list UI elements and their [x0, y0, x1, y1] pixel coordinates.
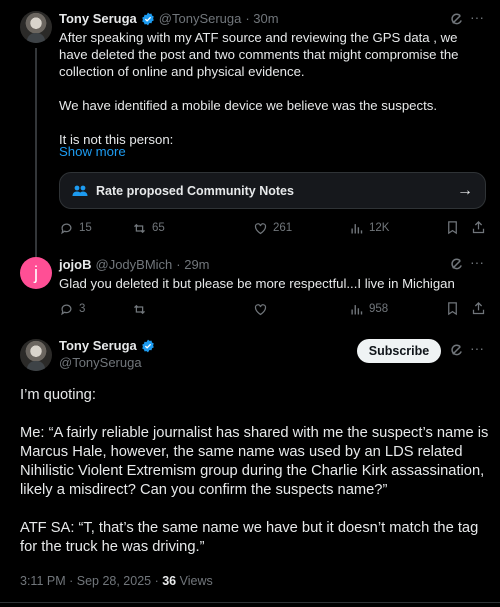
post-timestamp: 3:11 PM · Sep 28, 2025 · 36 Views [20, 574, 213, 588]
share-icon [472, 220, 485, 234]
views-icon [351, 223, 363, 233]
grok-icon[interactable] [449, 343, 464, 358]
timestamp-text[interactable]: 3:11 PM · Sep 28, 2025 · [20, 574, 162, 588]
thread-line [35, 48, 37, 258]
bookmark-icon [448, 221, 457, 235]
reply-count: 3 [79, 303, 86, 315]
author-handle[interactable]: @TonySeruga [159, 11, 242, 26]
share-button[interactable] [471, 220, 486, 238]
bookmark-button[interactable] [445, 220, 460, 238]
community-notes-button[interactable]: Rate proposed Community Notes → [59, 172, 486, 209]
tweet-paragraph: Glad you deleted it but please be more r… [59, 276, 455, 291]
grok-icon[interactable] [449, 257, 464, 272]
views-button[interactable]: 958 [349, 302, 388, 317]
views-count: 12K [369, 222, 390, 234]
repost-icon [134, 223, 145, 233]
tweet-paragraph: After speaking with my ATF source and re… [59, 30, 459, 79]
tweet-actions: 15 65 261 12K [59, 220, 489, 236]
verified-badge-icon [142, 12, 154, 25]
author-name[interactable]: jojoB [59, 257, 92, 272]
like-button[interactable]: 261 [253, 221, 292, 236]
tweet-subheader: @TonySeruga [55, 355, 142, 370]
bookmark-button[interactable] [445, 301, 460, 319]
like-count: 261 [273, 222, 293, 234]
views-count: 958 [369, 303, 389, 315]
heart-icon [254, 303, 267, 315]
share-icon [472, 301, 485, 315]
tweet-body: I’m quoting: Me: “A fairly reliable jour… [20, 386, 490, 576]
avatar-letter: j [34, 262, 38, 283]
grok-icon[interactable] [449, 12, 464, 27]
reply-count: 15 [79, 222, 92, 234]
bookmark-icon [448, 302, 457, 316]
show-more-link[interactable]: Show more [59, 144, 126, 159]
tweet-paragraph: We have identified a mobile device we be… [59, 98, 438, 113]
reply-icon [61, 222, 72, 234]
author-handle[interactable]: @JodyBMich [96, 257, 173, 272]
tweet-header: jojoB @JodyBMich · 29m [59, 257, 210, 272]
tweet-body: After speaking with my ATF source and re… [59, 29, 484, 148]
reply-button[interactable]: 15 [59, 221, 92, 236]
tweet-body: Glad you deleted it but please be more r… [59, 275, 484, 292]
divider [0, 602, 500, 603]
tweet-actions: 3 958 [59, 301, 489, 317]
arrow-right-icon: → [457, 181, 473, 199]
repost-button[interactable] [132, 302, 152, 317]
verified-badge-icon [142, 339, 154, 352]
repost-icon [134, 304, 145, 314]
more-icon[interactable]: ··· [470, 254, 484, 270]
author-handle[interactable]: @TonySeruga [59, 355, 142, 370]
repost-count: 65 [152, 222, 165, 234]
community-notes-label: Rate proposed Community Notes [96, 183, 294, 198]
reply-button[interactable]: 3 [59, 302, 85, 317]
tweet-header: Tony Seruga [59, 338, 155, 353]
views-label: Views [176, 574, 213, 588]
repost-button[interactable]: 65 [132, 221, 165, 236]
tweet-header: Tony Seruga @TonySeruga · 30m [59, 11, 279, 26]
heart-icon [254, 222, 267, 234]
avatar[interactable] [20, 339, 52, 371]
author-name[interactable]: Tony Seruga [59, 338, 137, 353]
tweet-paragraph: I’m quoting: [20, 387, 96, 403]
more-icon[interactable]: ··· [470, 9, 484, 25]
views-count: 36 [162, 574, 177, 588]
views-icon [351, 304, 363, 314]
post-time[interactable]: · 29m [176, 257, 209, 272]
avatar[interactable] [20, 11, 52, 43]
avatar[interactable]: j [20, 257, 52, 289]
like-button[interactable] [253, 302, 273, 317]
views-button[interactable]: 12K [349, 221, 389, 236]
community-notes-icon [72, 185, 88, 196]
share-button[interactable] [471, 301, 486, 319]
post-time[interactable]: · 30m [245, 11, 278, 26]
tweet-paragraph: ATF SA: “T, that’s the same name we have… [20, 520, 479, 555]
tweet-paragraph: Me: “A fairly reliable journalist has sh… [20, 425, 489, 498]
subscribe-button[interactable]: Subscribe [357, 339, 441, 363]
more-icon[interactable]: ··· [470, 340, 484, 356]
author-name[interactable]: Tony Seruga [59, 11, 137, 26]
reply-icon [61, 303, 72, 315]
